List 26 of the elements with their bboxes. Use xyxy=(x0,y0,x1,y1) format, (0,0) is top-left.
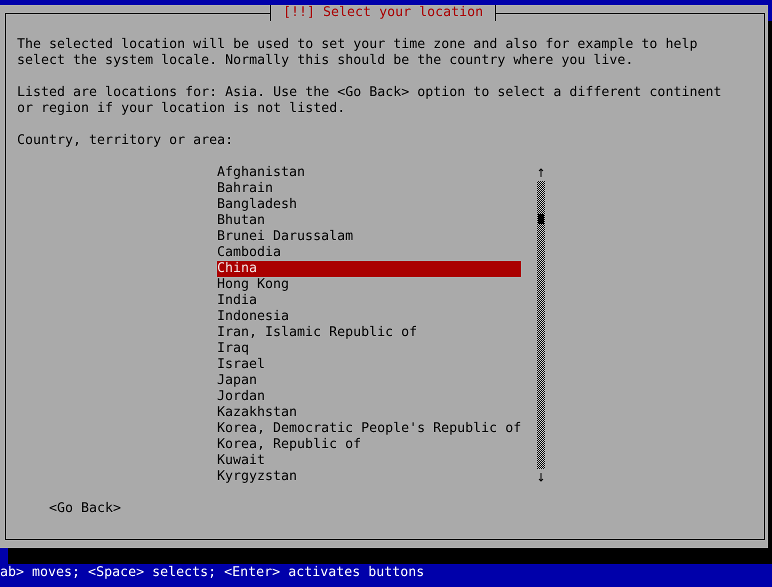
country-item[interactable]: Kyrgyzstan xyxy=(217,469,521,485)
country-item[interactable]: Japan xyxy=(217,373,521,389)
country-item[interactable]: Hong Kong xyxy=(217,277,521,293)
country-item[interactable]: Jordan xyxy=(217,389,521,405)
scroll-thumb[interactable] xyxy=(538,214,544,224)
instruction-text: Listed are locations for: Asia. Use the <Go Back> option to select a different continent or region if your location is not listed. xyxy=(17,85,722,117)
country-item[interactable]: Israel xyxy=(217,357,521,373)
country-item[interactable]: Korea, Republic of xyxy=(217,437,521,453)
country-item[interactable]: Iran, Islamic Republic of xyxy=(217,325,521,341)
country-item[interactable]: Bhutan xyxy=(217,213,521,229)
country-item[interactable]: Iraq xyxy=(217,341,521,357)
country-item[interactable]: Kazakhstan xyxy=(217,405,521,421)
country-item[interactable]: Brunei Darussalam xyxy=(217,229,521,245)
instruction-text: The selected location will be used to set your time zone and also for example to help select the system locale. Normally this should be the country where you live. xyxy=(17,37,698,69)
country-item[interactable]: India xyxy=(217,293,521,309)
country-item[interactable]: Afghanistan xyxy=(217,165,521,181)
list-label: Country, territory or area: xyxy=(17,133,234,149)
dialog-title: [!!] Select your location xyxy=(270,5,496,21)
country-item[interactable]: Kuwait xyxy=(217,453,521,469)
country-item[interactable]: China xyxy=(217,261,521,277)
country-item[interactable]: Cambodia xyxy=(217,245,521,261)
go-back-button[interactable]: <Go Back> xyxy=(49,501,122,517)
country-item[interactable]: Bahrain xyxy=(217,181,521,197)
country-item[interactable]: Indonesia xyxy=(217,309,521,325)
country-item[interactable]: Korea, Democratic People's Republic of xyxy=(217,421,521,437)
country-item[interactable]: Bangladesh xyxy=(217,197,521,213)
